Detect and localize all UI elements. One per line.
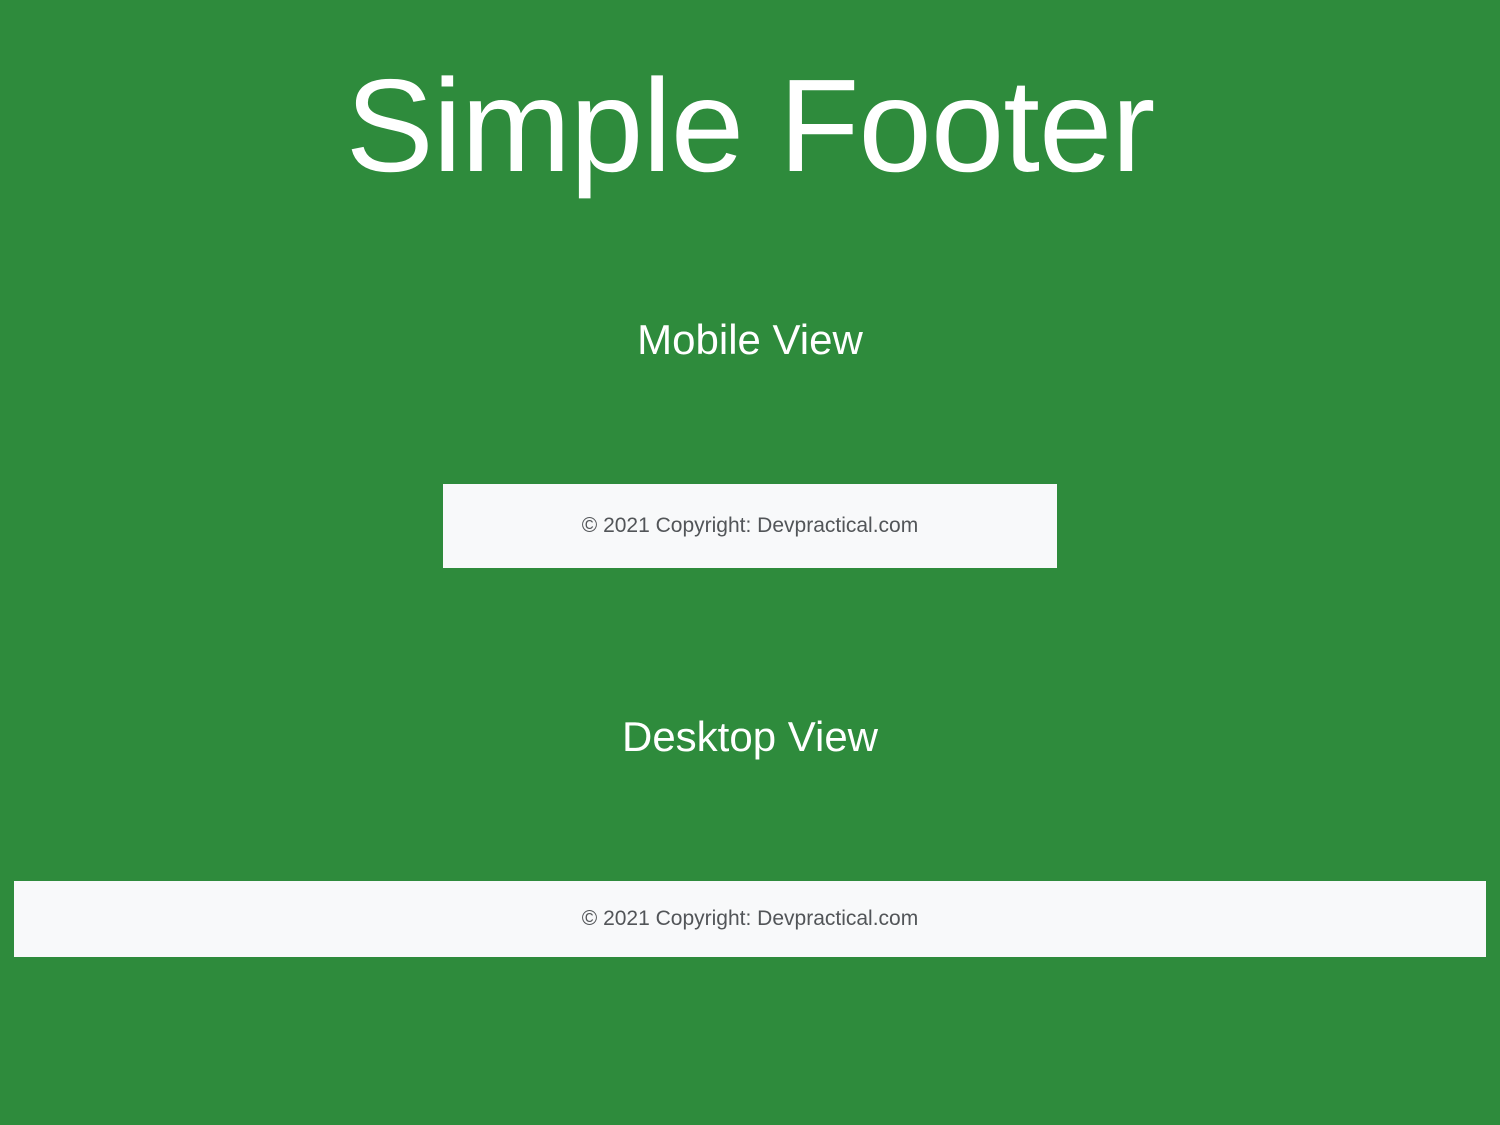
- desktop-copyright-text: © 2021 Copyright:: [582, 907, 757, 930]
- mobile-view-label: Mobile View: [0, 316, 1500, 364]
- mobile-site-link[interactable]: Devpractical.com: [757, 514, 918, 537]
- desktop-footer: © 2021 Copyright: Devpractical.com: [14, 881, 1486, 957]
- desktop-view-label: Desktop View: [0, 713, 1500, 761]
- mobile-footer: © 2021 Copyright: Devpractical.com: [443, 484, 1057, 568]
- desktop-site-link[interactable]: Devpractical.com: [757, 907, 918, 930]
- mobile-copyright-text: © 2021 Copyright:: [582, 514, 757, 537]
- page-title: Simple Footer: [0, 0, 1500, 201]
